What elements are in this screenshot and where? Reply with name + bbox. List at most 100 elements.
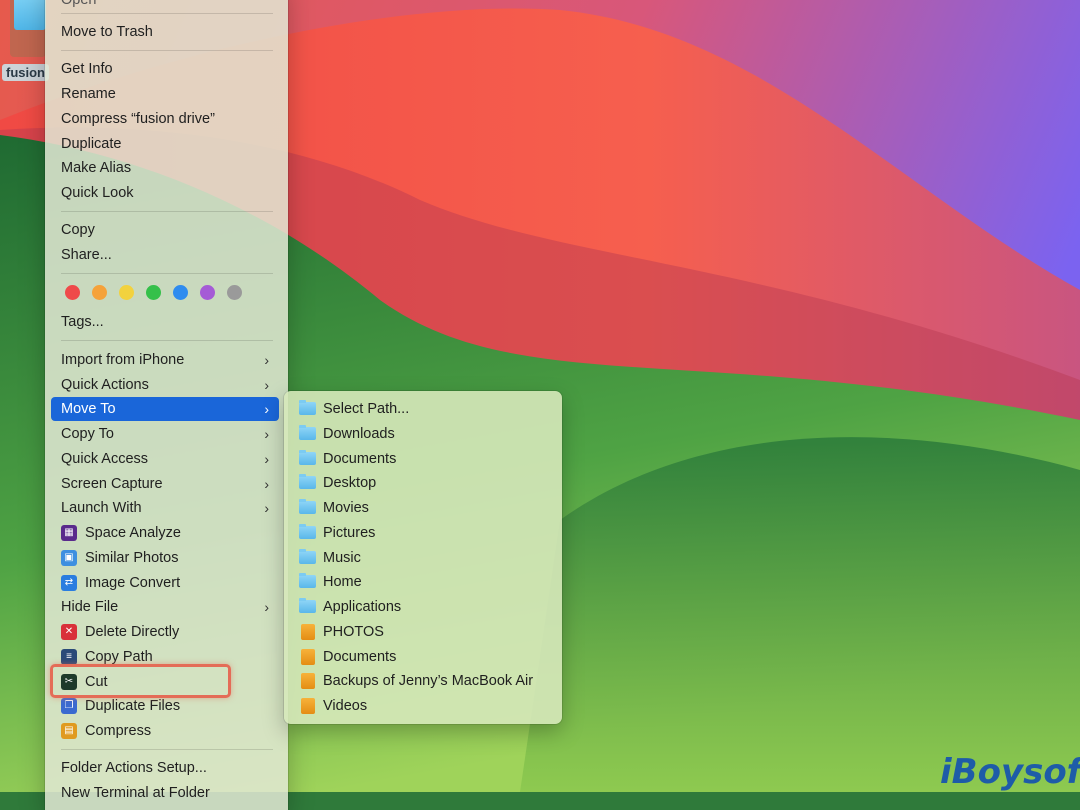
- move-to-downloads[interactable]: Downloads: [290, 422, 556, 446]
- menu-item-move-to-trash[interactable]: Move to Trash: [51, 20, 279, 44]
- tag-blue[interactable]: [173, 285, 188, 300]
- menu-item-rename[interactable]: Rename: [51, 82, 279, 106]
- item-label: Import from iPhone: [61, 352, 185, 368]
- menu-item-launch-with[interactable]: Launch With ›: [51, 496, 279, 520]
- item-label: PHOTOS: [323, 624, 384, 640]
- desktop-icon-label: fusion: [2, 64, 49, 81]
- move-to-photos-volume[interactable]: PHOTOS: [290, 620, 556, 644]
- item-label: Copy Path: [85, 649, 153, 665]
- menu-item-screen-capture[interactable]: Screen Capture ›: [51, 472, 279, 496]
- move-to-documents-volume[interactable]: Documents: [290, 645, 556, 669]
- chevron-right-icon: ›: [264, 476, 269, 492]
- tag-green[interactable]: [146, 285, 161, 300]
- item-label: Hide File: [61, 599, 119, 615]
- item-label: Backups of Jenny’s MacBook Air: [323, 673, 534, 689]
- chevron-right-icon: ›: [264, 451, 269, 467]
- menu-item-hide-file[interactable]: Hide File ›: [51, 595, 279, 619]
- menu-item-similar-photos[interactable]: ▣ Similar Photos: [51, 546, 279, 570]
- tag-yellow[interactable]: [119, 285, 134, 300]
- move-to-select-path[interactable]: Select Path...: [290, 397, 556, 421]
- move-to-backups-volume[interactable]: Backups of Jenny’s MacBook Air: [290, 669, 556, 693]
- move-to-movies[interactable]: Movies: [290, 496, 556, 520]
- documents-folder-icon: [299, 450, 316, 465]
- tag-red[interactable]: [65, 285, 80, 300]
- move-to-documents[interactable]: Documents: [290, 447, 556, 471]
- drive-icon: [301, 624, 315, 640]
- menu-item-space-analyze[interactable]: ▦ Space Analyze: [51, 521, 279, 545]
- chevron-right-icon: ›: [264, 500, 269, 516]
- item-label: Select Path...: [323, 401, 410, 417]
- downloads-folder-icon: [299, 425, 316, 440]
- menu-item-open[interactable]: Open: [51, 0, 279, 12]
- item-label: Space Analyze: [85, 525, 181, 541]
- item-label: Screen Capture: [61, 476, 163, 492]
- tag-gray[interactable]: [227, 285, 242, 300]
- separator: [61, 211, 273, 212]
- item-label: Documents: [323, 649, 397, 665]
- item-label: Desktop: [323, 475, 377, 491]
- tag-orange[interactable]: [92, 285, 107, 300]
- copy-path-icon: ≡: [61, 649, 77, 665]
- move-to-pictures[interactable]: Pictures: [290, 521, 556, 545]
- fusion-drive-icon[interactable]: [10, 0, 46, 57]
- home-folder-icon: [299, 573, 316, 588]
- item-label: Image Convert: [85, 575, 181, 591]
- item-label: Documents: [323, 451, 397, 467]
- similar-photos-icon: ▣: [61, 550, 77, 566]
- menu-item-share[interactable]: Share...: [51, 243, 279, 267]
- drive-folder-icon: [14, 0, 46, 30]
- menu-item-compress[interactable]: ▤ Compress: [51, 719, 279, 743]
- pictures-folder-icon: [299, 524, 316, 539]
- menu-item-new-terminal-at-folder[interactable]: New Terminal at Folder: [51, 781, 279, 805]
- delete-icon: ✕: [61, 624, 77, 640]
- separator: [61, 50, 273, 51]
- menu-item-import-from-iphone[interactable]: Import from iPhone ›: [51, 348, 279, 372]
- item-label: Quick Access: [61, 451, 149, 467]
- move-to-videos-volume[interactable]: Videos: [290, 694, 556, 718]
- item-label: Move To: [61, 401, 116, 417]
- separator: [61, 13, 273, 14]
- item-label: Similar Photos: [85, 550, 179, 566]
- music-folder-icon: [299, 549, 316, 564]
- menu-item-make-alias[interactable]: Make Alias: [51, 156, 279, 180]
- move-to-desktop[interactable]: Desktop: [290, 471, 556, 495]
- move-to-home[interactable]: Home: [290, 570, 556, 594]
- menu-item-quick-look[interactable]: Quick Look: [51, 181, 279, 205]
- menu-item-delete-directly[interactable]: ✕ Delete Directly: [51, 620, 279, 644]
- move-to-applications[interactable]: Applications: [290, 595, 556, 619]
- item-label: Quick Actions: [61, 377, 149, 393]
- image-convert-icon: ⇄: [61, 575, 77, 591]
- menu-item-quick-actions[interactable]: Quick Actions ›: [51, 373, 279, 397]
- menu-item-copy-to[interactable]: Copy To ›: [51, 422, 279, 446]
- item-label: Duplicate Files: [85, 698, 181, 714]
- item-label: Movies: [323, 500, 369, 516]
- tag-purple[interactable]: [200, 285, 215, 300]
- chevron-right-icon: ›: [264, 426, 269, 442]
- item-label: Music: [323, 550, 361, 566]
- separator: [61, 273, 273, 274]
- menu-item-tags[interactable]: Tags...: [51, 310, 279, 334]
- menu-item-copy[interactable]: Copy: [51, 218, 279, 242]
- item-label: Applications: [323, 599, 402, 615]
- move-to-submenu: Select Path... Downloads Documents Deskt…: [284, 391, 562, 724]
- item-label: Delete Directly: [85, 624, 180, 640]
- cut-highlight-box: [50, 664, 231, 698]
- chevron-right-icon: ›: [264, 377, 269, 393]
- menu-item-move-to[interactable]: Move To ›: [51, 397, 279, 421]
- menu-item-folder-actions-setup[interactable]: Folder Actions Setup...: [51, 756, 279, 780]
- item-label: Compress: [85, 723, 152, 739]
- move-to-music[interactable]: Music: [290, 546, 556, 570]
- menu-item-image-convert[interactable]: ⇄ Image Convert: [51, 571, 279, 595]
- separator: [61, 340, 273, 341]
- drive-icon: [301, 673, 315, 689]
- desktop-folder-icon: [299, 474, 316, 489]
- drive-icon: [301, 649, 315, 665]
- menu-item-get-info[interactable]: Get Info: [51, 57, 279, 81]
- item-label: Copy To: [61, 426, 114, 442]
- menu-item-duplicate[interactable]: Duplicate: [51, 132, 279, 156]
- menu-item-quick-access[interactable]: Quick Access ›: [51, 447, 279, 471]
- menu-item-compress-fusion-drive[interactable]: Compress “fusion drive”: [51, 107, 279, 131]
- folder-icon: [299, 400, 316, 415]
- space-analyze-icon: ▦: [61, 525, 77, 541]
- watermark: iBoysoft: [940, 752, 1080, 792]
